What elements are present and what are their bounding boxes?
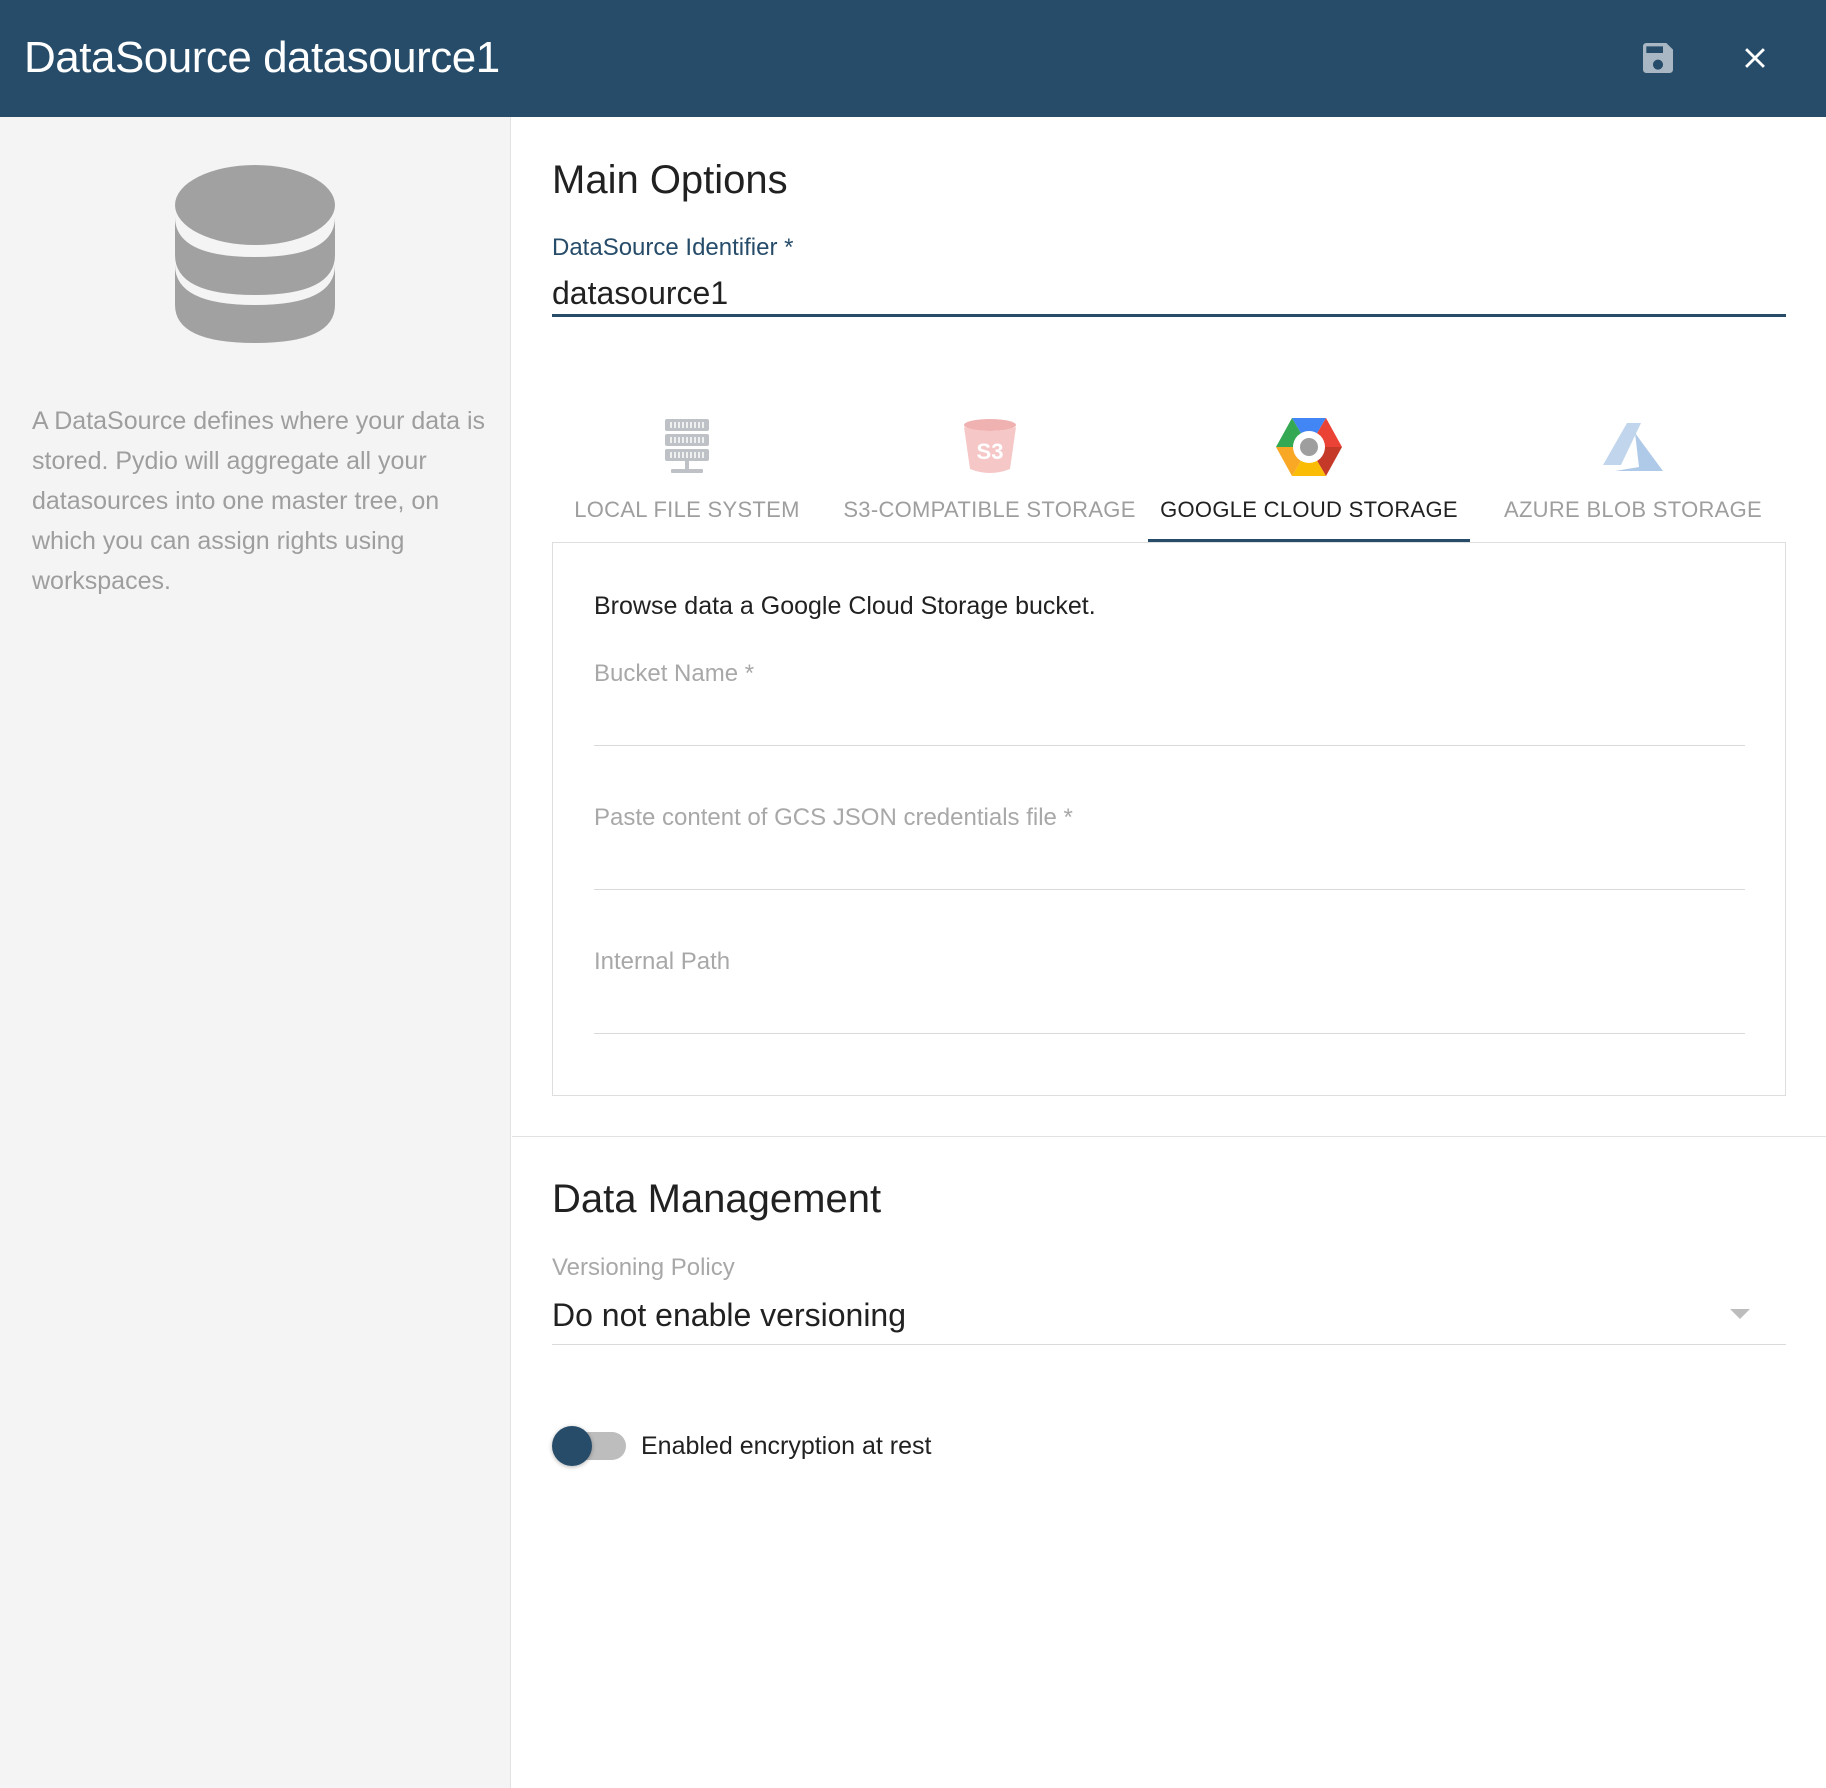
storage-type-tabs: LOCAL FILE SYSTEM S3 S3-COMPATIBLE STORA… — [552, 400, 1786, 543]
save-button[interactable] — [1630, 30, 1686, 86]
toggle-thumb — [552, 1426, 592, 1466]
bucket-name-label: Bucket Name * — [594, 660, 755, 687]
tab-google-cloud-storage[interactable]: GOOGLE CLOUD STORAGE — [1148, 400, 1470, 543]
tab-s3-compatible-storage[interactable]: S3 S3-COMPATIBLE STORAGE — [837, 400, 1142, 543]
storage-options-panel: Browse data a Google Cloud Storage bucke… — [552, 542, 1786, 1096]
chevron-down-icon — [1730, 1309, 1750, 1319]
tab-label: AZURE BLOB STORAGE — [1503, 497, 1763, 522]
internal-path-label: Internal Path — [594, 948, 731, 975]
sidebar-description: A DataSource defines where your data is … — [32, 407, 486, 595]
versioning-policy-select[interactable]: Do not enable versioning — [552, 1289, 1786, 1345]
data-management-title: Data Management — [552, 1177, 882, 1221]
main-panel: Main Options DataSource Identifier * dat… — [512, 117, 1826, 1788]
gcs-credentials-label: Paste content of GCS JSON credentials fi… — [594, 804, 1073, 831]
server-icon — [665, 419, 709, 473]
bucket-name-input[interactable] — [594, 704, 1745, 746]
main-options-title: Main Options — [552, 158, 788, 202]
dialog-header: DataSource datasource1 — [0, 0, 1826, 117]
tab-label: GOOGLE CLOUD STORAGE — [1160, 497, 1458, 522]
versioning-policy-value: Do not enable versioning — [552, 1297, 907, 1333]
azure-icon — [1603, 423, 1663, 471]
close-button[interactable] — [1727, 30, 1783, 86]
encryption-toggle-row: Enabled encryption at rest — [552, 1423, 1152, 1469]
database-icon — [175, 165, 335, 343]
tab-label: LOCAL FILE SYSTEM — [574, 497, 800, 522]
save-icon — [1643, 43, 1673, 73]
encryption-toggle[interactable] — [552, 1423, 628, 1469]
encryption-label: Enabled encryption at rest — [641, 1432, 932, 1460]
datasource-identifier-input[interactable] — [552, 273, 1786, 317]
gcs-credentials-input[interactable] — [594, 848, 1745, 890]
tab-label: S3-COMPATIBLE STORAGE — [843, 497, 1136, 522]
datasource-identifier-label: DataSource Identifier * — [552, 234, 794, 261]
close-icon — [1745, 48, 1765, 68]
sidebar: A DataSource defines where your data is … — [0, 117, 511, 1788]
internal-path-input[interactable] — [594, 992, 1745, 1034]
tab-local-file-system[interactable]: LOCAL FILE SYSTEM — [552, 400, 822, 543]
google-cloud-icon — [1276, 418, 1342, 476]
tab-azure-blob-storage[interactable]: AZURE BLOB STORAGE — [1480, 400, 1786, 543]
dialog-title: DataSource datasource1 — [24, 33, 500, 82]
s3-bucket-icon: S3 — [963, 419, 1016, 473]
svg-text:S3: S3 — [976, 439, 1003, 464]
section-divider — [512, 1136, 1826, 1137]
versioning-policy-label: Versioning Policy — [552, 1254, 735, 1281]
storage-description: Browse data a Google Cloud Storage bucke… — [594, 592, 1096, 620]
